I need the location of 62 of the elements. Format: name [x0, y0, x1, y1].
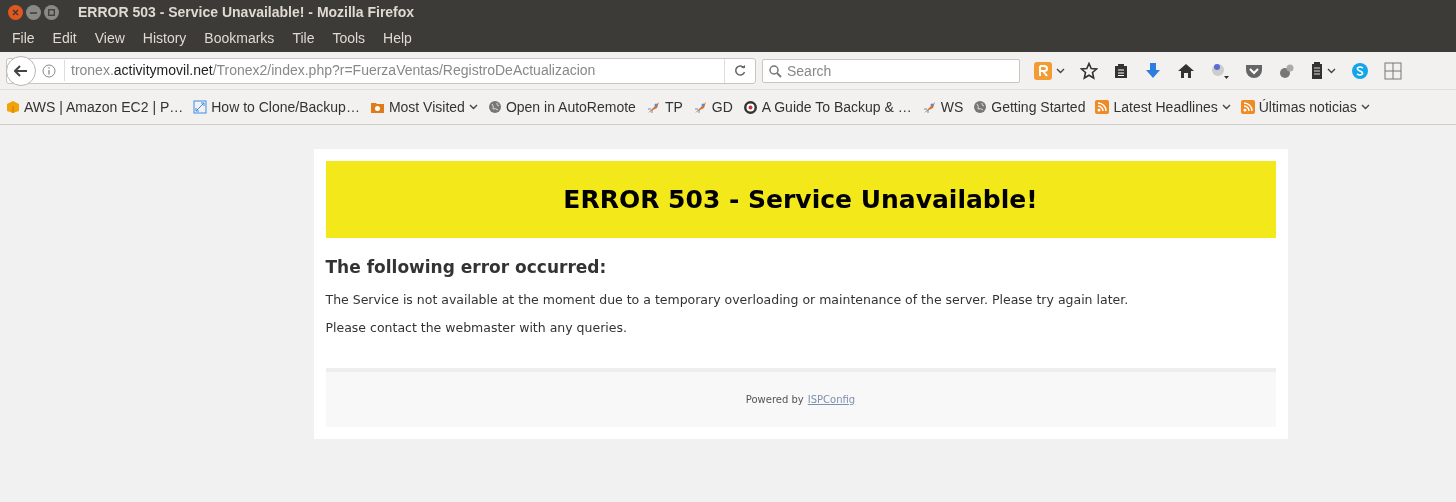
grid-icon[interactable]	[1384, 61, 1402, 80]
bookmark-item[interactable]: TP	[645, 96, 683, 118]
globe-icon	[973, 100, 988, 114]
menu-item[interactable]: History	[133, 28, 196, 49]
powered-by-text: Powered by	[745, 393, 804, 407]
menu-item[interactable]: Help	[374, 28, 421, 49]
star-icon[interactable]	[1080, 61, 1098, 80]
menu-item[interactable]: Tools	[323, 28, 375, 49]
globe-icon	[487, 100, 502, 114]
chevron-down-icon	[1327, 67, 1336, 74]
disc-icon	[742, 99, 758, 115]
menu-item[interactable]: Bookmarks	[195, 28, 284, 49]
back-button[interactable]	[6, 55, 36, 86]
download-icon[interactable]	[1144, 61, 1162, 80]
close-button[interactable]	[8, 5, 23, 20]
folder-icon	[369, 100, 385, 114]
rss-icon	[1095, 100, 1110, 114]
chevron-down-icon	[468, 104, 478, 110]
chevron-down-icon	[1056, 67, 1065, 74]
box-icon	[6, 100, 20, 114]
maximize-button[interactable]	[44, 5, 59, 20]
bookmark-item[interactable]: AWS | Amazon EC2 | P…	[6, 96, 184, 118]
extension-icon[interactable]	[1210, 61, 1230, 80]
rss-icon	[1240, 100, 1255, 114]
search-icon	[769, 64, 782, 78]
url-text: tronex.activitymovil.net/Tronex2/index.php?r=FuerzaVentas/RegistroDeActualizacion	[64, 60, 596, 81]
minimize-icon	[30, 11, 37, 14]
bookmark-item[interactable]: Latest Headlines	[1095, 96, 1231, 118]
home-icon[interactable]	[1177, 61, 1195, 80]
bookmark-item[interactable]: Most Visited	[369, 96, 478, 118]
menu-item[interactable]: File	[3, 28, 44, 49]
extension-icon[interactable]	[1034, 61, 1052, 80]
pocket-icon[interactable]	[1245, 62, 1263, 79]
menu-item[interactable]: Tile	[283, 28, 324, 49]
skype-icon[interactable]	[1351, 61, 1369, 80]
bookmark-item[interactable]: Getting Started	[973, 96, 1086, 118]
close-icon	[12, 9, 19, 16]
maximize-icon	[48, 9, 55, 16]
chevron-down-icon	[1360, 104, 1370, 110]
menu-item[interactable]: View	[85, 28, 134, 49]
bookmark-item[interactable]: GD	[692, 96, 733, 118]
menu-item[interactable]: Edit	[43, 28, 86, 49]
window-title: ERROR 503 - Service Unavailable! - Mozilla Firefox	[78, 3, 415, 22]
chevron-down-icon	[1221, 104, 1231, 110]
link-icon	[193, 100, 208, 114]
minimize-button[interactable]	[26, 5, 41, 20]
error-message: Please contact the webmaster with any queries.	[325, 319, 628, 338]
address-bar[interactable]: tronex.activitymovil.net/Tronex2/index.php?r=FuerzaVentas/RegistroDeActualizacion	[6, 57, 756, 84]
error-message: The Service is not available at the moment due to a temporary overloading or maintenance of the server. Please try again later.	[325, 290, 1130, 309]
bookmark-item[interactable]: Open in AutoRemote	[487, 96, 636, 118]
search-field[interactable]: Search	[762, 58, 1020, 83]
error-subheading: The following error occurred:	[325, 256, 608, 279]
back-arrow-icon	[14, 64, 28, 77]
bookmark-item[interactable]: Últimas noticias	[1240, 96, 1370, 118]
reload-icon	[734, 64, 746, 77]
bookmark-item[interactable]: How to Clone/Backup…	[193, 96, 360, 118]
clipboard-icon[interactable]	[1113, 62, 1129, 79]
error-heading: ERROR 503 - Service Unavailable!	[563, 183, 1038, 216]
battery-icon[interactable]	[1311, 61, 1323, 80]
bookmark-item[interactable]: A Guide To Backup & …	[742, 96, 912, 118]
bookmark-item[interactable]: WS	[921, 96, 964, 118]
info-icon	[42, 63, 56, 78]
